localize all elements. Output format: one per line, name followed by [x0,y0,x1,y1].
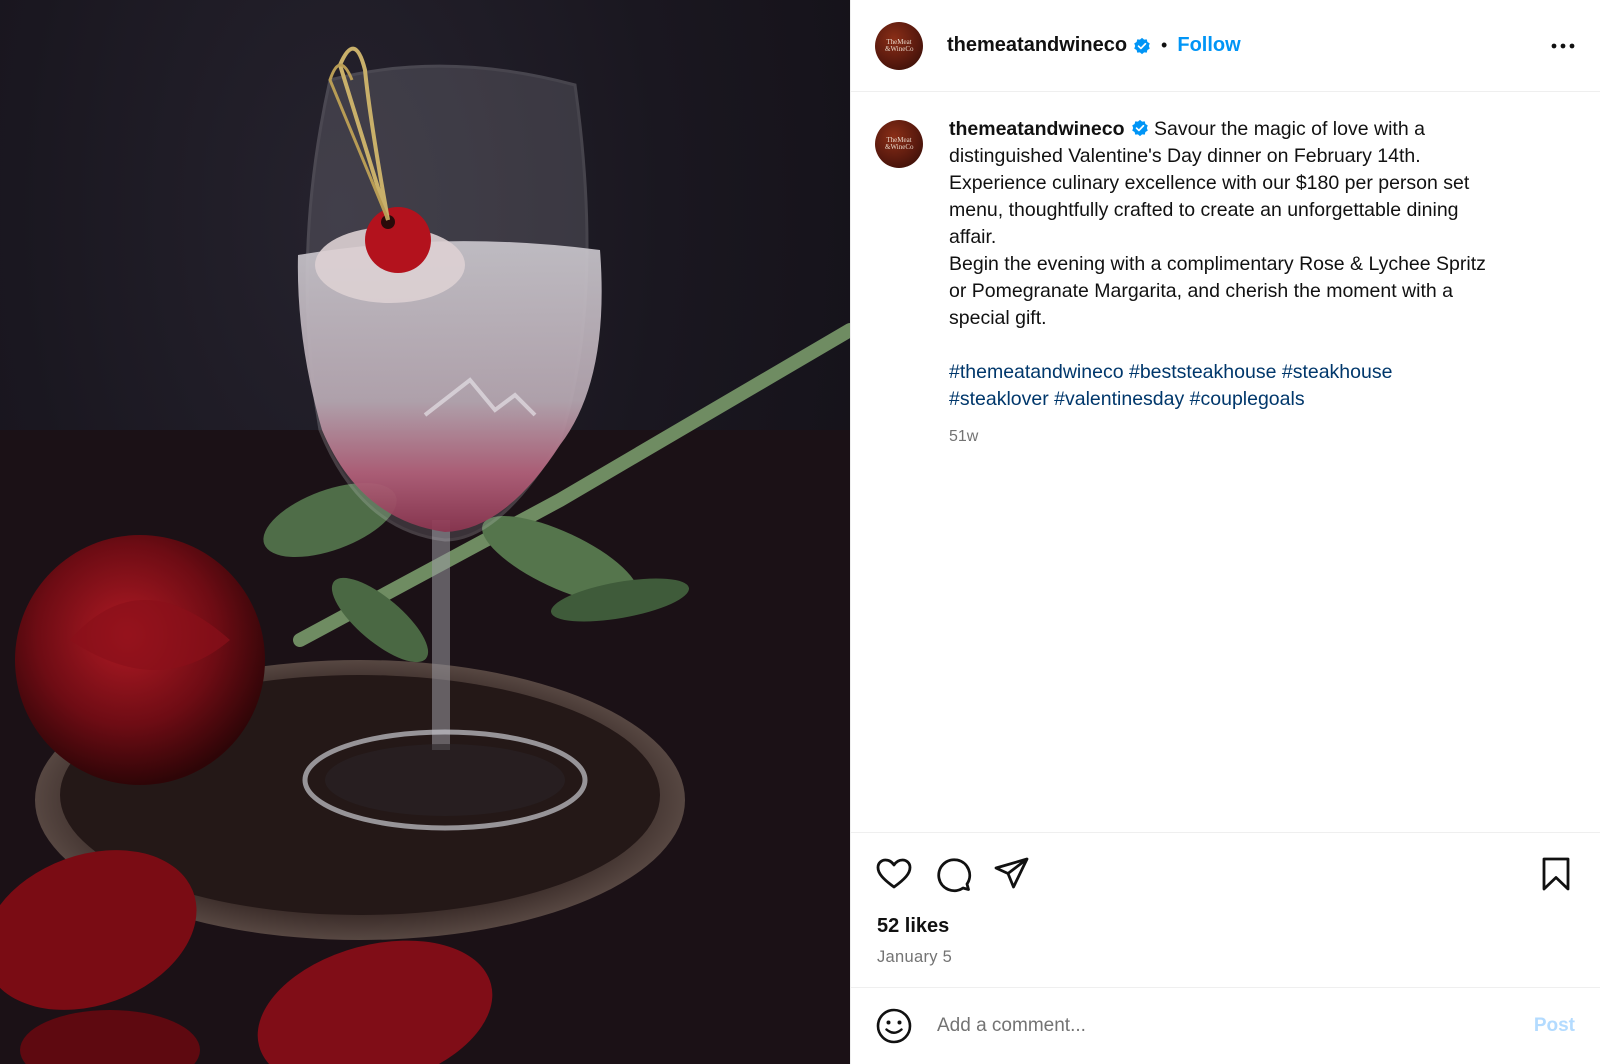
avatar-logo-text: TheMeat &WineCo [885,136,914,151]
separator-dot: • [1161,35,1168,55]
cocktail-photo-illustration [0,46,850,1064]
comment-icon[interactable] [934,855,972,893]
caption-line: affair. [949,226,997,248]
avatar[interactable]: TheMeat &WineCo [875,21,923,70]
post-panel: TheMeat &WineCo themeatandwineco • Follo… [850,0,1600,1064]
caption-line: Experience culinary excellence with our … [949,172,1470,194]
verified-badge-icon [1134,37,1150,54]
caption-timestamp[interactable]: 51w [949,423,1549,450]
caption-line: special gift. [949,307,1047,329]
hashtag-link[interactable]: #valentinesday [1054,388,1184,410]
hashtag-link[interactable]: #couplegoals [1190,388,1305,410]
follow-button[interactable]: Follow [1177,34,1240,57]
caption-line: Savour the magic of love with a [1153,118,1425,140]
caption-avatar[interactable]: TheMeat &WineCo [875,120,923,168]
post-date[interactable]: January 5 [877,948,952,967]
post-photo[interactable] [0,0,850,1064]
emoji-icon[interactable] [875,1007,913,1045]
caption-area: TheMeat &WineCo themeatandwineco Savour … [851,92,1600,832]
caption-username[interactable]: themeatandwineco [949,118,1125,140]
comment-input[interactable] [937,1015,1534,1037]
more-options-icon[interactable] [1549,32,1577,60]
caption-row: TheMeat &WineCo themeatandwineco Savour … [875,116,1577,450]
caption-line: Begin the evening with a complimentary R… [949,253,1486,275]
post-header: TheMeat &WineCo themeatandwineco • Follo… [851,0,1600,92]
caption-first-line: themeatandwineco Savour the magic of lov… [949,116,1549,143]
share-icon[interactable] [993,855,1031,893]
hashtags: #themeatandwineco #beststeakhouse #steak… [949,359,1549,413]
caption-line: distinguished Valentine's Day dinner on … [949,145,1421,167]
hashtag-link[interactable]: #beststeakhouse [1129,361,1276,383]
like-count[interactable]: 52 likes [877,915,949,938]
caption-line: or Pomegranate Margarita, and cherish th… [949,280,1454,302]
heart-icon[interactable] [875,855,913,893]
caption-line: menu, thoughtfully crafted to create an … [949,199,1459,221]
hashtag-link[interactable]: #steaklover [949,388,1049,410]
avatar-logo-text: TheMeat &WineCo [885,37,914,53]
post-comment-button[interactable]: Post [1534,1015,1575,1037]
bookmark-icon[interactable] [1537,855,1575,893]
actions-bar: 52 likes January 5 [851,832,1600,987]
username-link[interactable]: themeatandwineco [947,34,1127,57]
hashtag-link[interactable]: #steakhouse [1282,361,1393,383]
verified-badge-icon [1131,119,1148,137]
comment-bar: Post [851,987,1600,1064]
caption-text: themeatandwineco Savour the magic of lov… [949,116,1549,450]
hashtag-link[interactable]: #themeatandwineco [949,361,1124,383]
